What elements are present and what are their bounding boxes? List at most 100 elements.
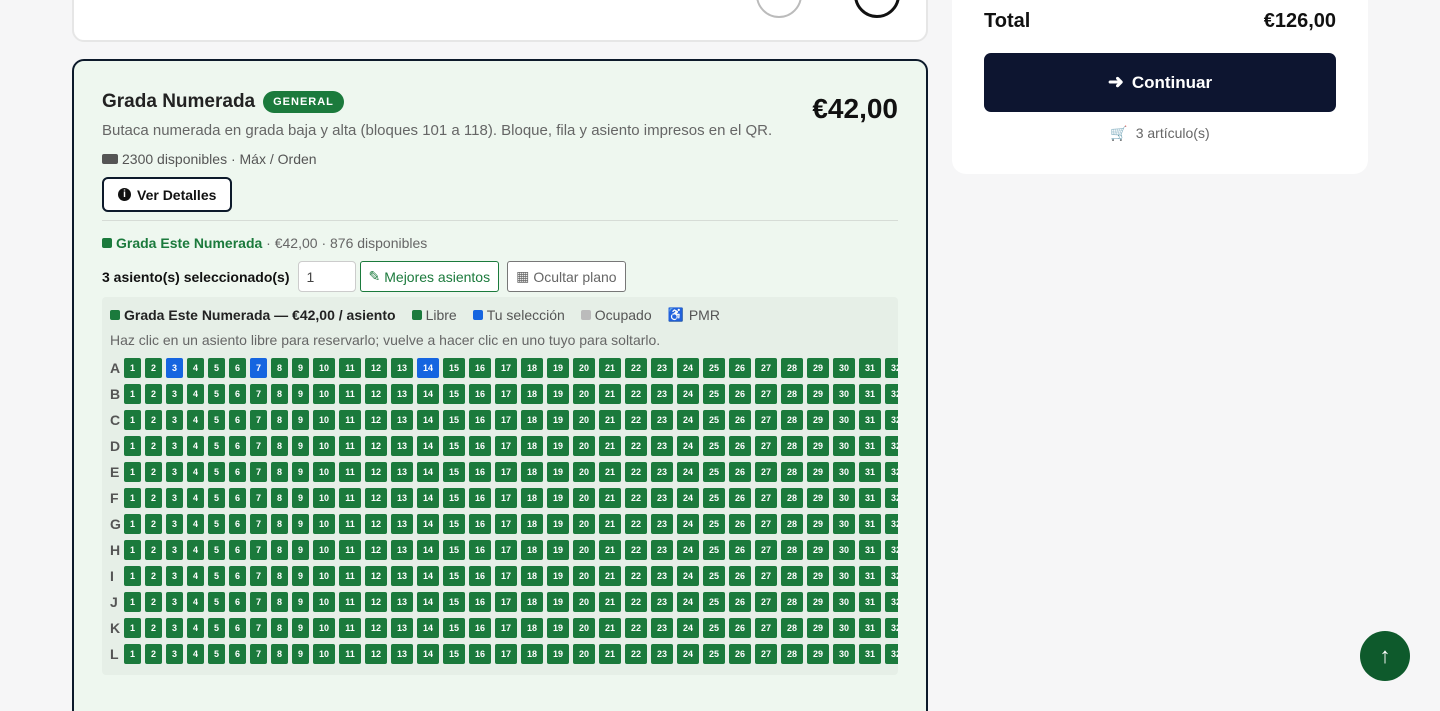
seat-C-25[interactable]: 25	[703, 410, 725, 430]
seat-H-25[interactable]: 25	[703, 540, 725, 560]
seat-B-22[interactable]: 22	[625, 384, 647, 404]
seat-J-25[interactable]: 25	[703, 592, 725, 612]
seat-D-11[interactable]: 11	[339, 436, 361, 456]
seat-L-19[interactable]: 19	[547, 644, 569, 664]
seat-D-14[interactable]: 14	[417, 436, 439, 456]
seat-J-29[interactable]: 29	[807, 592, 829, 612]
seat-I-31[interactable]: 31	[859, 566, 881, 586]
seat-H-16[interactable]: 16	[469, 540, 491, 560]
seat-L-11[interactable]: 11	[339, 644, 361, 664]
seat-L-22[interactable]: 22	[625, 644, 647, 664]
seat-K-11[interactable]: 11	[339, 618, 361, 638]
seat-A-10[interactable]: 10	[313, 358, 335, 378]
seat-D-29[interactable]: 29	[807, 436, 829, 456]
seat-A-17[interactable]: 17	[495, 358, 517, 378]
seat-H-30[interactable]: 30	[833, 540, 855, 560]
seat-C-29[interactable]: 29	[807, 410, 829, 430]
seat-K-10[interactable]: 10	[313, 618, 335, 638]
seat-L-12[interactable]: 12	[365, 644, 387, 664]
seat-L-25[interactable]: 25	[703, 644, 725, 664]
seat-F-9[interactable]: 9	[292, 488, 309, 508]
seat-L-14[interactable]: 14	[417, 644, 439, 664]
seat-J-5[interactable]: 5	[208, 592, 225, 612]
seat-G-9[interactable]: 9	[292, 514, 309, 534]
seat-L-13[interactable]: 13	[391, 644, 413, 664]
seat-H-9[interactable]: 9	[292, 540, 309, 560]
seat-A-15[interactable]: 15	[443, 358, 465, 378]
seat-I-28[interactable]: 28	[781, 566, 803, 586]
seat-G-23[interactable]: 23	[651, 514, 673, 534]
seat-D-30[interactable]: 30	[833, 436, 855, 456]
seat-L-1[interactable]: 1	[124, 644, 141, 664]
seat-E-19[interactable]: 19	[547, 462, 569, 482]
seat-F-28[interactable]: 28	[781, 488, 803, 508]
seat-H-6[interactable]: 6	[229, 540, 246, 560]
seat-I-11[interactable]: 11	[339, 566, 361, 586]
seat-F-17[interactable]: 17	[495, 488, 517, 508]
seat-A-1[interactable]: 1	[124, 358, 141, 378]
seat-J-22[interactable]: 22	[625, 592, 647, 612]
seat-C-31[interactable]: 31	[859, 410, 881, 430]
seat-D-28[interactable]: 28	[781, 436, 803, 456]
seat-C-9[interactable]: 9	[292, 410, 309, 430]
seat-C-24[interactable]: 24	[677, 410, 699, 430]
seat-D-16[interactable]: 16	[469, 436, 491, 456]
seat-G-2[interactable]: 2	[145, 514, 162, 534]
seat-B-3[interactable]: 3	[166, 384, 183, 404]
seat-J-30[interactable]: 30	[833, 592, 855, 612]
seat-C-6[interactable]: 6	[229, 410, 246, 430]
seat-J-20[interactable]: 20	[573, 592, 595, 612]
seat-B-2[interactable]: 2	[145, 384, 162, 404]
seat-H-29[interactable]: 29	[807, 540, 829, 560]
seat-J-14[interactable]: 14	[417, 592, 439, 612]
seat-L-27[interactable]: 27	[755, 644, 777, 664]
seat-C-11[interactable]: 11	[339, 410, 361, 430]
seat-G-12[interactable]: 12	[365, 514, 387, 534]
seat-F-21[interactable]: 21	[599, 488, 621, 508]
seat-K-28[interactable]: 28	[781, 618, 803, 638]
seat-J-15[interactable]: 15	[443, 592, 465, 612]
seat-C-21[interactable]: 21	[599, 410, 621, 430]
seat-B-24[interactable]: 24	[677, 384, 699, 404]
seat-F-32[interactable]: 32	[885, 488, 898, 508]
seat-G-32[interactable]: 32	[885, 514, 898, 534]
seat-J-23[interactable]: 23	[651, 592, 673, 612]
seat-A-11[interactable]: 11	[339, 358, 361, 378]
seat-D-13[interactable]: 13	[391, 436, 413, 456]
seat-E-1[interactable]: 1	[124, 462, 141, 482]
seat-G-10[interactable]: 10	[313, 514, 335, 534]
seat-H-26[interactable]: 26	[729, 540, 751, 560]
seat-J-28[interactable]: 28	[781, 592, 803, 612]
seat-G-3[interactable]: 3	[166, 514, 183, 534]
scroll-to-top-button[interactable]: ↑	[1360, 631, 1410, 681]
seat-H-31[interactable]: 31	[859, 540, 881, 560]
best-seats-button[interactable]: ✎ Mejores asientos	[359, 261, 500, 292]
seat-E-3[interactable]: 3	[166, 462, 183, 482]
seat-F-15[interactable]: 15	[443, 488, 465, 508]
seat-B-14[interactable]: 14	[417, 384, 439, 404]
seat-F-29[interactable]: 29	[807, 488, 829, 508]
seat-I-12[interactable]: 12	[365, 566, 387, 586]
seat-C-8[interactable]: 8	[271, 410, 288, 430]
seat-L-26[interactable]: 26	[729, 644, 751, 664]
seat-J-9[interactable]: 9	[292, 592, 309, 612]
seat-D-3[interactable]: 3	[166, 436, 183, 456]
seat-L-31[interactable]: 31	[859, 644, 881, 664]
seat-K-24[interactable]: 24	[677, 618, 699, 638]
seat-A-6[interactable]: 6	[229, 358, 246, 378]
seat-C-20[interactable]: 20	[573, 410, 595, 430]
seat-F-20[interactable]: 20	[573, 488, 595, 508]
seat-G-31[interactable]: 31	[859, 514, 881, 534]
seat-J-32[interactable]: 32	[885, 592, 898, 612]
seat-G-8[interactable]: 8	[271, 514, 288, 534]
seat-H-2[interactable]: 2	[145, 540, 162, 560]
seat-L-18[interactable]: 18	[521, 644, 543, 664]
seat-E-25[interactable]: 25	[703, 462, 725, 482]
seat-J-3[interactable]: 3	[166, 592, 183, 612]
seat-E-24[interactable]: 24	[677, 462, 699, 482]
seat-G-5[interactable]: 5	[208, 514, 225, 534]
seat-G-14[interactable]: 14	[417, 514, 439, 534]
seat-E-28[interactable]: 28	[781, 462, 803, 482]
seat-F-8[interactable]: 8	[271, 488, 288, 508]
seat-I-4[interactable]: 4	[187, 566, 204, 586]
